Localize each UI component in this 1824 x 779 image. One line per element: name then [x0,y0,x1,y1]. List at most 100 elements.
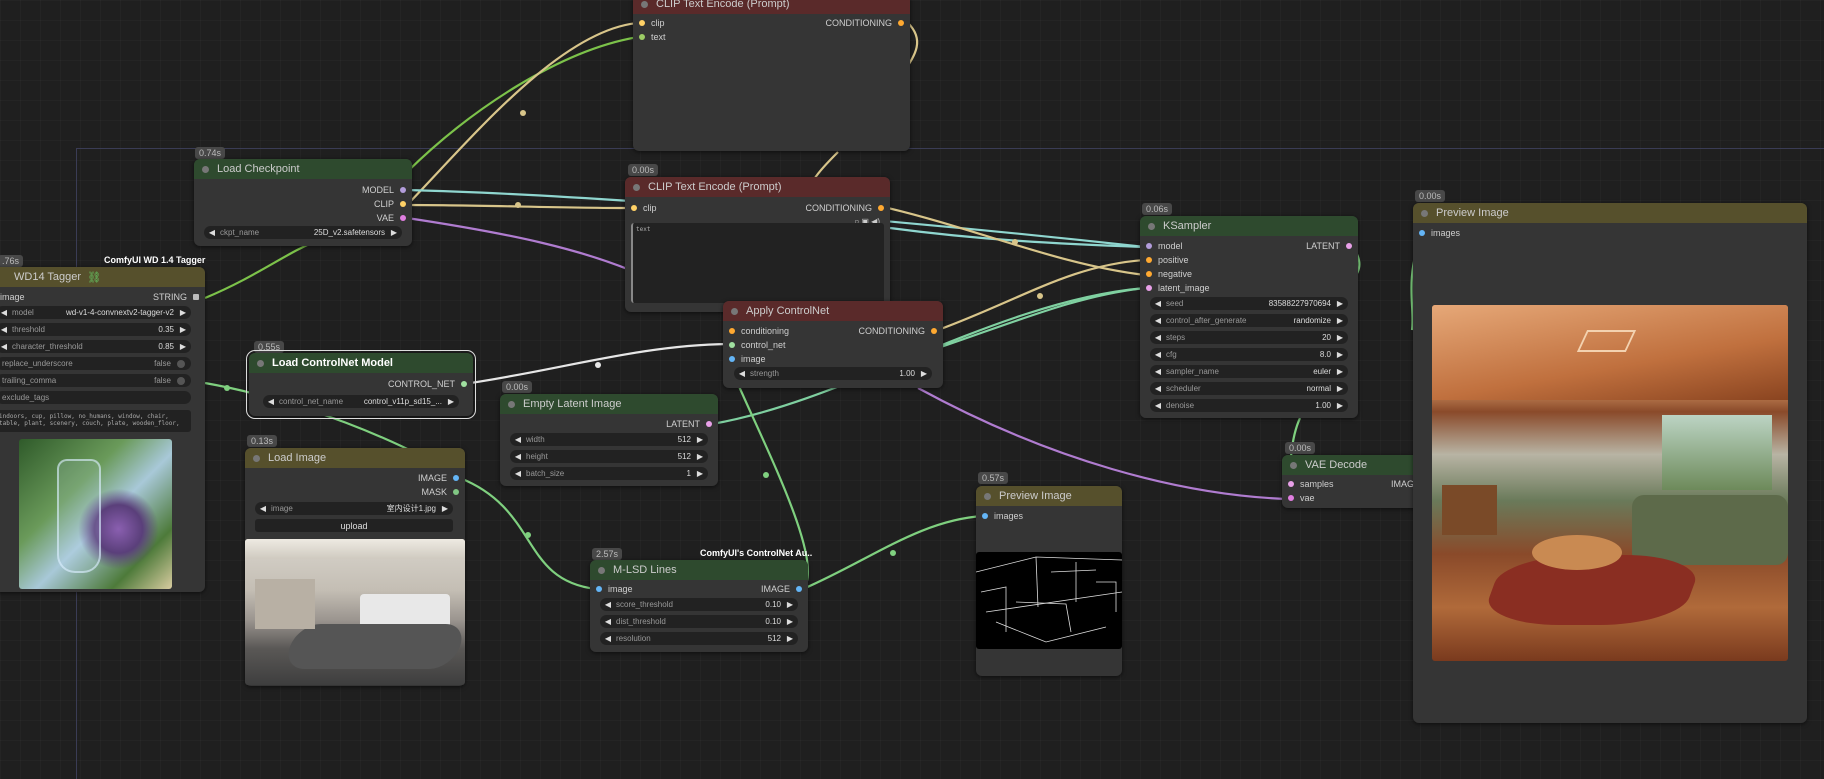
arrow-right-icon[interactable]: ▶ [696,469,704,478]
arrow-left-icon[interactable]: ◀ [267,397,275,406]
collapse-dot-icon[interactable] [641,0,648,8]
load-checkpoint-header[interactable]: Load Checkpoint [194,159,412,179]
apply-cn-input-conditioning[interactable]: conditioning [729,324,789,338]
ksampler-input-negative[interactable]: negative [1146,267,1192,281]
load-image-node[interactable]: Load Image IMAGE MASK ◀ image 室内设计1.jpg … [245,448,465,686]
collapse-dot-icon[interactable] [1290,461,1297,469]
arrow-left-icon[interactable]: ◀ [1154,299,1162,308]
preview-mid-input-images[interactable]: images [982,509,1023,523]
arrow-right-icon[interactable]: ▶ [1336,299,1344,308]
load-cn-output-control-net[interactable]: CONTROL_NET [388,377,467,391]
load-controlnet-node[interactable]: Load ControlNet Model CONTROL_NET ◀ cont… [246,350,476,419]
control-net-name-combo[interactable]: ◀ control_net_name control_v11p_sd15_...… [263,395,459,408]
clip-mid-input-clip[interactable]: clip [631,201,657,215]
ksampler-node[interactable]: KSampler model positive negative latent_… [1140,216,1358,418]
collapse-dot-icon[interactable] [1421,209,1428,217]
strength-slider[interactable]: ◀ strength 1.00 ▶ [734,367,932,380]
clip-mid-text-area[interactable]: text [631,223,884,303]
load-image-output-mask[interactable]: MASK [421,485,459,499]
vae-decode-header[interactable]: VAE Decode [1282,455,1422,475]
collapse-dot-icon[interactable] [731,307,738,315]
collapse-dot-icon[interactable] [633,183,640,191]
wd14-threshold-number[interactable]: ◀ threshold 0.35 ▶ [0,323,191,336]
apply-cn-input-image[interactable]: image [729,352,766,366]
apply-controlnet-node[interactable]: Apply ControlNet conditioning control_ne… [723,301,943,388]
arrow-left-icon[interactable]: ◀ [0,342,8,351]
arrow-left-icon[interactable]: ◀ [259,504,267,513]
score-threshold-number[interactable]: ◀ score_threshold 0.10 ▶ [600,598,798,611]
arrow-left-icon[interactable]: ◀ [1154,350,1162,359]
clip-top-input-text[interactable]: text [639,30,666,44]
wd14-tagger-node[interactable]: WD14 Tagger ⛓ image STRING ◀ model wd-v1… [0,267,205,592]
arrow-right-icon[interactable]: ▶ [1336,401,1344,410]
arrow-right-icon[interactable]: ▶ [179,342,187,351]
preview-image-mid-node[interactable]: Preview Image images [976,486,1122,676]
load-checkpoint-output-vae[interactable]: VAE [377,211,406,225]
denoise-number[interactable]: ◀ denoise 1.00 ▶ [1150,399,1348,412]
mlsd-header[interactable]: M-LSD Lines [590,560,808,580]
arrow-right-icon[interactable]: ▶ [920,369,928,378]
preview-image-right-node[interactable]: Preview Image images [1413,203,1807,723]
dist-threshold-number[interactable]: ◀ dist_threshold 0.10 ▶ [600,615,798,628]
arrow-left-icon[interactable]: ◀ [514,435,522,444]
load-image-header[interactable]: Load Image [245,448,465,468]
apply-cn-output-conditioning[interactable]: CONDITIONING [859,324,937,338]
wd14-replace-underscore-toggle[interactable]: replace_underscore false [0,357,191,370]
arrow-right-icon[interactable]: ▶ [786,634,794,643]
arrow-left-icon[interactable]: ◀ [0,325,8,334]
arrow-right-icon[interactable]: ▶ [786,600,794,609]
arrow-right-icon[interactable]: ▶ [696,435,704,444]
sampler-name-combo[interactable]: ◀ sampler_name euler ▶ [1150,365,1348,378]
preview-mid-header[interactable]: Preview Image [976,486,1122,506]
wd14-header[interactable]: WD14 Tagger ⛓ [0,267,205,287]
ksampler-input-positive[interactable]: positive [1146,253,1189,267]
batch-size-number[interactable]: ◀ batch_size 1 ▶ [510,467,708,480]
arrow-left-icon[interactable]: ◀ [1154,401,1162,410]
apply-cn-header[interactable]: Apply ControlNet [723,301,943,321]
clip-text-encode-mid-node[interactable]: CLIP Text Encode (Prompt) clip CONDITION… [625,177,890,312]
wd14-model-combo[interactable]: ◀ model wd-v1-4-convnextv2-tagger-v2 ▶ [0,306,191,319]
clip-mid-header[interactable]: CLIP Text Encode (Prompt) [625,177,890,197]
apply-cn-input-control-net[interactable]: control_net [729,338,786,352]
arrow-left-icon[interactable]: ◀ [208,228,216,237]
cfg-number[interactable]: ◀ cfg 8.0 ▶ [1150,348,1348,361]
arrow-left-icon[interactable]: ◀ [604,617,612,626]
preview-right-header[interactable]: Preview Image [1413,203,1807,223]
mlsd-output-image[interactable]: IMAGE [761,582,802,596]
collapse-dot-icon[interactable] [257,359,264,367]
arrow-right-icon[interactable]: ▶ [1336,350,1344,359]
ksampler-header[interactable]: KSampler [1140,216,1358,236]
mlsd-input-image[interactable]: image [596,582,633,596]
clip-text-encode-top-node[interactable]: CLIP Text Encode (Prompt) clip text COND… [633,0,910,151]
arrow-right-icon[interactable]: ▶ [390,228,398,237]
arrow-right-icon[interactable]: ▶ [179,308,187,317]
arrow-left-icon[interactable]: ◀ [1154,316,1162,325]
wd14-input-image[interactable]: image [0,290,25,304]
ckpt-name-combo[interactable]: ◀ ckpt_name 25D_v2.safetensors ▶ [204,226,402,239]
arrow-left-icon[interactable]: ◀ [1154,384,1162,393]
empty-latent-node[interactable]: Empty Latent Image LATENT ◀ width 512 ▶ … [500,394,718,486]
collapse-dot-icon[interactable] [1148,222,1155,230]
arrow-right-icon[interactable]: ▶ [447,397,455,406]
ksampler-input-latent-image[interactable]: latent_image [1146,281,1210,295]
wd14-character-threshold-number[interactable]: ◀ character_threshold 0.85 ▶ [0,340,191,353]
seed-number[interactable]: ◀ seed 835882279706​94 ▶ [1150,297,1348,310]
load-checkpoint-output-clip[interactable]: CLIP [374,197,406,211]
wd14-exclude-tags-field[interactable]: exclude_tags [0,391,191,404]
ksampler-input-model[interactable]: model [1146,239,1183,253]
arrow-left-icon[interactable]: ◀ [604,634,612,643]
clip-mid-output-conditioning[interactable]: CONDITIONING [806,201,884,215]
image-file-combo[interactable]: ◀ image 室内设计1.jpg ▶ [255,502,453,515]
scheduler-combo[interactable]: ◀ scheduler normal ▶ [1150,382,1348,395]
arrow-right-icon[interactable]: ▶ [1336,384,1344,393]
arrow-left-icon[interactable]: ◀ [514,452,522,461]
vae-decode-input-samples[interactable]: samples [1288,477,1334,491]
arrow-left-icon[interactable]: ◀ [1154,333,1162,342]
clip-top-input-clip[interactable]: clip [639,16,665,30]
vae-decode-input-vae[interactable]: vae [1288,491,1315,505]
collapse-dot-icon[interactable] [598,566,605,574]
clip-top-output-conditioning[interactable]: CONDITIONING [826,16,904,30]
collapse-dot-icon[interactable] [253,454,260,462]
arrow-right-icon[interactable]: ▶ [1336,367,1344,376]
wd14-trailing-comma-toggle[interactable]: trailing_comma false [0,374,191,387]
